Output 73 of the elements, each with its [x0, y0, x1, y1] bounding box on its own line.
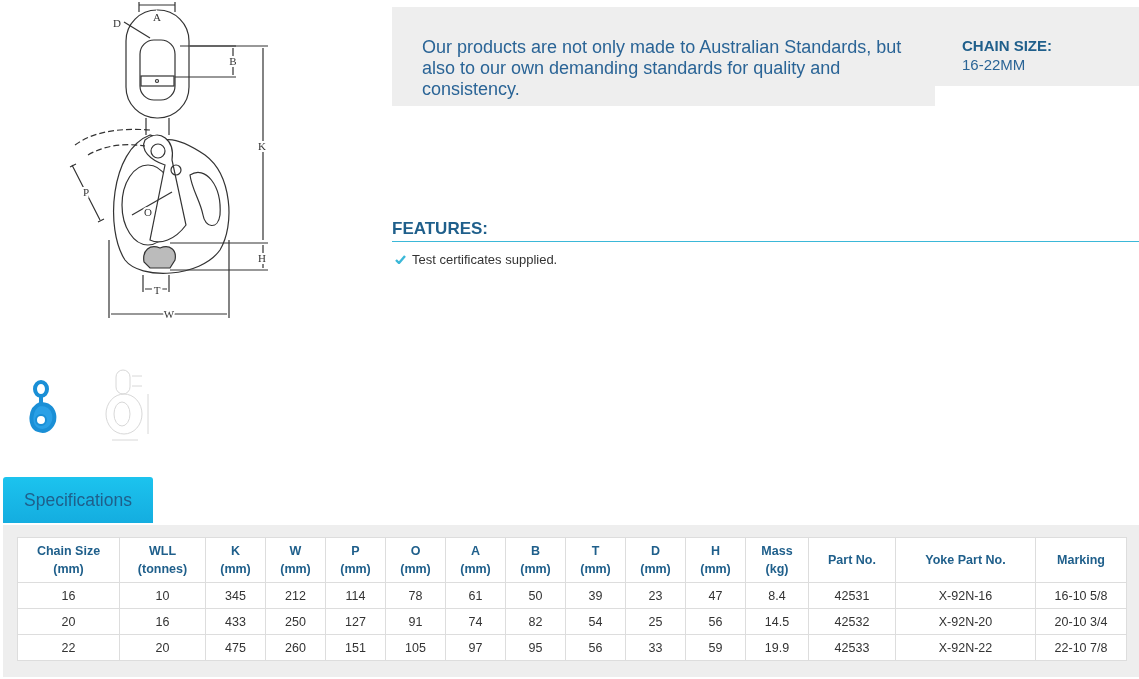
table-cell: 47 [685, 582, 746, 609]
table-cell: 105 [385, 634, 446, 661]
column-header: WLL (tonnes) [119, 537, 206, 583]
table-cell: 74 [445, 608, 506, 635]
chain-size-value: 16-22MM [962, 56, 1027, 73]
table-cell: 475 [205, 634, 266, 661]
column-header: P (mm) [325, 537, 386, 583]
table-cell: 10 [119, 582, 206, 609]
features-heading: FEATURES: [392, 219, 1139, 242]
table-cell: 433 [205, 608, 266, 635]
column-header: Yoke Part No. [895, 537, 1036, 583]
table-cell: 19.9 [745, 634, 809, 661]
table-cell: 20-10 3/4 [1035, 608, 1127, 635]
table-cell: 22-10 7/8 [1035, 634, 1127, 661]
table-cell: 42533 [808, 634, 896, 661]
column-header: T (mm) [565, 537, 626, 583]
table-cell: X-92N-20 [895, 608, 1036, 635]
table-cell: 8.4 [745, 582, 809, 609]
table-cell: 16-10 5/8 [1035, 582, 1127, 609]
table-cell: 127 [325, 608, 386, 635]
column-header: K (mm) [205, 537, 266, 583]
table-cell: 16 [17, 582, 120, 609]
table-cell: 14.5 [745, 608, 809, 635]
table-cell: 56 [685, 608, 746, 635]
table-cell: 20 [119, 634, 206, 661]
table-cell: 39 [565, 582, 626, 609]
table-cell: 212 [265, 582, 326, 609]
table-cell: 33 [625, 634, 686, 661]
specifications-tab[interactable]: Specifications [3, 477, 153, 523]
table-cell: 151 [325, 634, 386, 661]
chain-size-label: CHAIN SIZE: [962, 37, 1053, 54]
dimension-label: D [113, 17, 121, 29]
table-cell: 16 [119, 608, 206, 635]
column-header: W (mm) [265, 537, 326, 583]
table-cell: 78 [385, 582, 446, 609]
hook-photo-thumbnail[interactable] [28, 380, 58, 434]
feature-text: Test certificates supplied. [412, 252, 558, 267]
column-header: Mass (kg) [745, 537, 809, 583]
dimension-label: O [144, 206, 152, 218]
table-cell: 42532 [808, 608, 896, 635]
table-cell: 114 [325, 582, 386, 609]
table-cell: 23 [625, 582, 686, 609]
table-cell: 61 [445, 582, 506, 609]
table-cell: 97 [445, 634, 506, 661]
table-cell: 22 [17, 634, 120, 661]
table-cell: 250 [265, 608, 326, 635]
table-cell: 59 [685, 634, 746, 661]
column-header: A (mm) [445, 537, 506, 583]
table-cell: 345 [205, 582, 266, 609]
table-cell: 20 [17, 608, 120, 635]
table-cell: 91 [385, 608, 446, 635]
intro-text: Our products are not only made to Australian Standards, but also to our own demanding standards for quality and consistency. [422, 37, 903, 100]
table-cell: 50 [505, 582, 566, 609]
column-header: H (mm) [685, 537, 746, 583]
checkmark-icon [395, 255, 406, 264]
column-header: O (mm) [385, 537, 446, 583]
table-cell: 82 [505, 608, 566, 635]
column-header: B (mm) [505, 537, 566, 583]
dimension-label: T [153, 284, 161, 296]
column-header: Part No. [808, 537, 896, 583]
table-cell: 95 [505, 634, 566, 661]
dimension-label: A [153, 11, 161, 23]
table-cell: 260 [265, 634, 326, 661]
table-cell: 56 [565, 634, 626, 661]
dimension-label: W [163, 308, 175, 320]
table-cell: 25 [625, 608, 686, 635]
column-header: Marking [1035, 537, 1127, 583]
table-cell: X-92N-16 [895, 582, 1036, 609]
column-header: Chain Size (mm) [17, 537, 120, 583]
table-cell: 42531 [808, 582, 896, 609]
table-cell: X-92N-22 [895, 634, 1036, 661]
table-cell: 54 [565, 608, 626, 635]
column-header: D (mm) [625, 537, 686, 583]
